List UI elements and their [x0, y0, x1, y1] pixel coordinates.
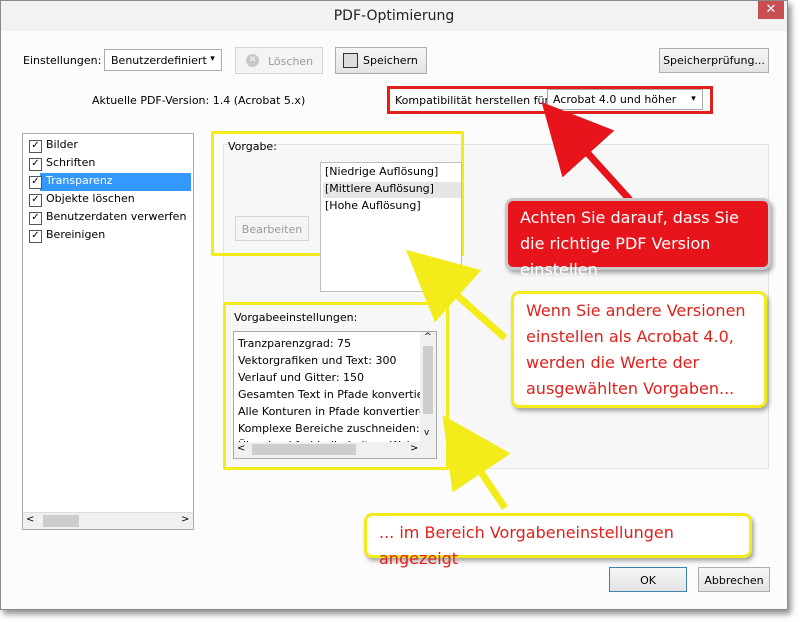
yellow-arrow-upper — [405, 249, 508, 341]
callout-red-text: Achten Sie darauf, dass Sie die richtige… — [520, 208, 739, 279]
yellow-arrow-lower — [442, 414, 511, 510]
callout-yellow-upper: Wenn Sie andere Versionen einstellen als… — [511, 291, 767, 408]
callout-yellow-upper-text: Wenn Sie andere Versionen einstellen als… — [526, 301, 746, 398]
callout-red: Achten Sie darauf, dass Sie die richtige… — [505, 198, 771, 279]
red-arrow — [541, 102, 633, 203]
callout-yellow-lower: ... im Bereich Vorgabeneinstellungen ang… — [364, 513, 752, 568]
